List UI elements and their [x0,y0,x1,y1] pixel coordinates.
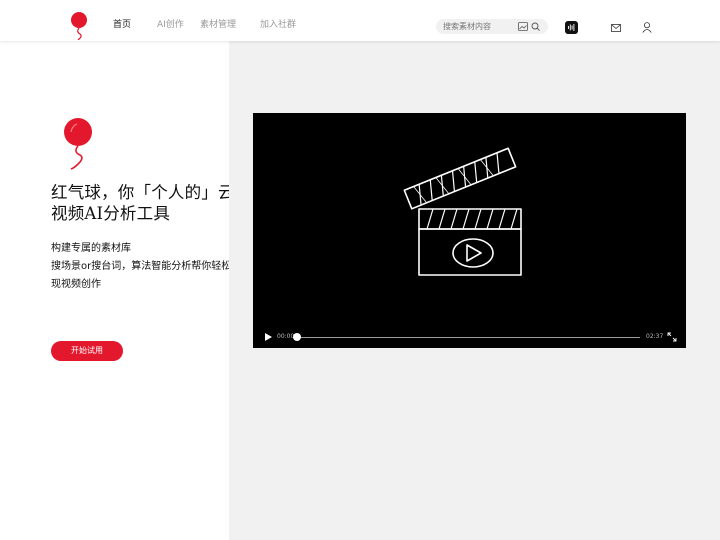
mail-icon[interactable] [611,24,621,32]
hero-description-line-1: 构建专属的素材库 [51,243,131,254]
progress-thumb[interactable] [293,333,301,341]
search-box [436,19,548,34]
hero-description: 构建专属的素材库 搜场景or搜台词，算法智能分析帮你轻松实现视频创作 [51,240,251,294]
nav-ai-create[interactable]: AI创作 [157,17,184,30]
video-player[interactable]: 00:00 02:37 [253,113,686,348]
balloon-logo-icon[interactable] [68,10,90,40]
search-icon[interactable] [531,22,540,31]
progress-track[interactable] [295,337,640,338]
current-time: 00:00 [277,333,295,340]
fullscreen-icon[interactable] [667,332,677,342]
image-search-icon[interactable] [518,22,528,31]
top-header: 首页 AI创作 素材管理 加入社群 [0,0,720,41]
balloon-logo-icon [64,118,92,170]
nav-asset-manage[interactable]: 素材管理 [200,17,236,30]
audio-wave-icon[interactable] [565,21,578,34]
hero-description-line-2: 搜场景or搜台词，算法智能分析帮你轻松实现视频创作 [51,261,242,290]
user-icon[interactable] [642,22,652,33]
hero-headline: 红气球，你「个人的」云上视频AI分析工具 [51,183,252,223]
nav-home[interactable]: 首页 [113,17,131,30]
search-input[interactable] [443,20,515,33]
play-icon[interactable] [263,332,273,342]
video-controls: 00:00 02:37 [253,327,686,347]
nav-join-community[interactable]: 加入社群 [260,17,296,30]
start-trial-button[interactable]: 开始试用 [51,341,123,361]
duration: 02:37 [646,333,664,340]
clapperboard-icon [403,147,522,276]
